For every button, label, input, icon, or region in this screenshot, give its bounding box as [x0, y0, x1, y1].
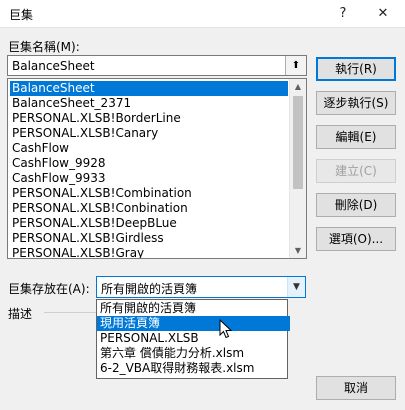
chevron-down-icon[interactable]: ▼	[287, 277, 305, 297]
mouse-cursor-icon	[219, 319, 233, 339]
macros-in-dropdown[interactable]: 所有開啟的活頁簿 現用活頁簿 PERSONAL.XLSB 第六章 償債能力分析.xls…	[96, 299, 290, 379]
dropdown-option[interactable]: 現用活頁簿	[97, 316, 290, 331]
cancel-button[interactable]: 取消	[316, 376, 396, 400]
macro-name-input[interactable]	[8, 56, 292, 75]
macro-list-item[interactable]: CashFlow_9933	[10, 171, 288, 186]
description-label: 描述	[8, 307, 33, 321]
description-divider	[44, 312, 96, 313]
edit-button[interactable]: 編輯(E)	[316, 125, 396, 149]
step-into-button[interactable]: 逐步執行(S)	[316, 91, 396, 115]
macro-list-item[interactable]: PERSONAL.XLSB!BorderLine	[10, 111, 288, 126]
macro-list-item[interactable]: BalanceSheet	[10, 81, 288, 96]
scroll-thumb[interactable]	[293, 96, 303, 189]
scroll-down-icon[interactable]: ▼	[290, 243, 306, 258]
macro-name-label: 巨集名稱(M):	[8, 40, 80, 54]
window-title: 巨集	[9, 8, 34, 22]
run-button[interactable]: 執行(R)	[316, 57, 396, 81]
macro-list-item[interactable]: CashFlow_9928	[10, 156, 288, 171]
dropdown-option[interactable]: 第六章 償債能力分析.xlsm	[97, 346, 290, 361]
dropdown-option[interactable]: 所有開啟的活頁簿	[97, 301, 290, 316]
macro-list[interactable]: BalanceSheet BalanceSheet_2371 PERSONAL.XL…	[7, 78, 307, 259]
macro-list-item[interactable]: PERSONAL.XLSB!Combination	[10, 186, 288, 201]
macros-in-value: 所有開啟的活頁簿	[101, 282, 198, 296]
delete-button[interactable]: 刪除(D)	[316, 193, 396, 217]
scroll-up-icon[interactable]: ▲	[290, 79, 306, 94]
macro-list-item[interactable]: PERSONAL.XLSB!Canary	[10, 126, 288, 141]
collapse-up-icon[interactable]: ⬆	[285, 56, 306, 75]
macro-list-item[interactable]: CashFlow	[10, 141, 288, 156]
macros-in-label: 巨集存放在(A):	[8, 282, 90, 296]
help-icon[interactable]: ?	[330, 3, 356, 25]
macro-name-field: ⬆	[7, 55, 307, 76]
macros-in-select[interactable]: 所有開啟的活頁簿 ▼	[96, 276, 306, 298]
options-button[interactable]: 選項(O)...	[316, 227, 396, 251]
macro-list-item[interactable]: PERSONAL.XLSB!Gray	[10, 246, 288, 258]
macro-list-item[interactable]: PERSONAL.XLSB!DeepBLue	[10, 216, 288, 231]
macro-list-item[interactable]: PERSONAL.XLSB!Conbination	[10, 201, 288, 216]
close-icon[interactable]: ✕	[370, 3, 396, 25]
list-scrollbar[interactable]: ▲ ▼	[289, 79, 306, 258]
create-button[interactable]: 建立(C)	[316, 159, 396, 183]
dropdown-option[interactable]: 6-2_VBA取得財務報表.xlsm	[97, 361, 290, 376]
dropdown-option[interactable]: PERSONAL.XLSB	[97, 331, 290, 346]
macro-list-item[interactable]: BalanceSheet_2371	[10, 96, 288, 111]
macro-list-item[interactable]: PERSONAL.XLSB!Girdless	[10, 231, 288, 246]
